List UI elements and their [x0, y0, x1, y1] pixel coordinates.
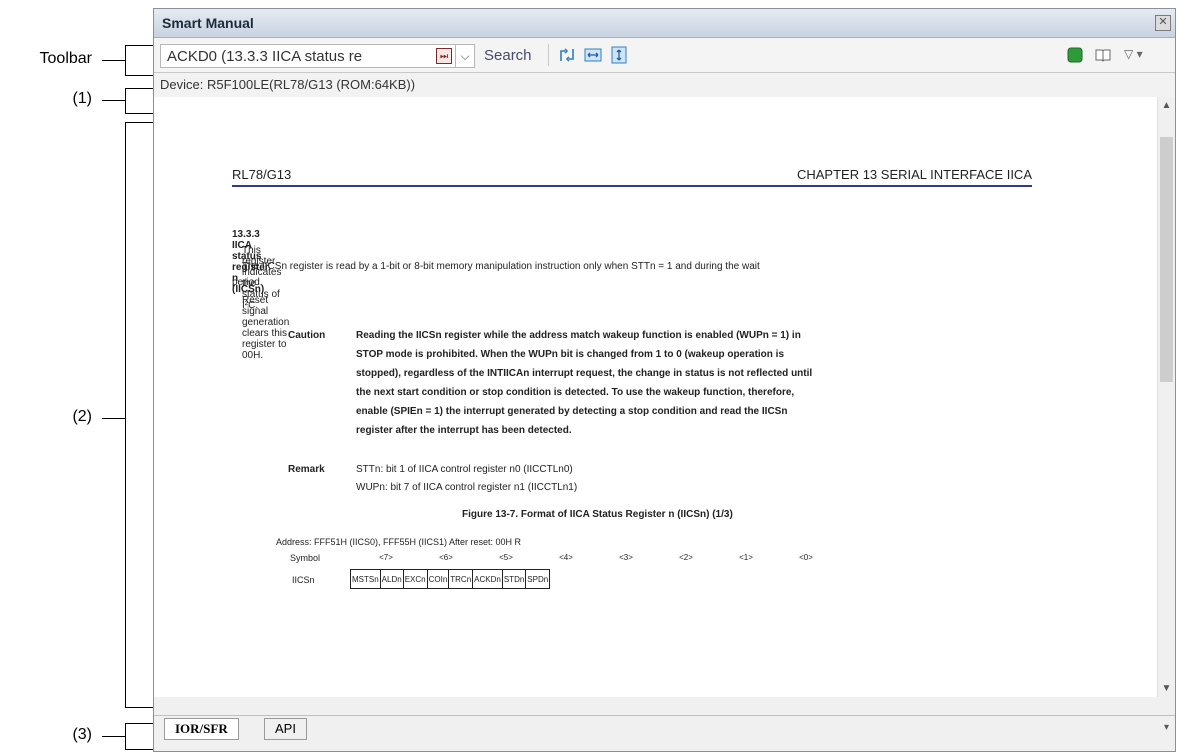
- register-bit-table: MSTSn ALDn EXCn COIn TRCn ACKDn STDn SPD…: [350, 569, 551, 589]
- fit-width-icon[interactable]: [584, 46, 602, 64]
- tab-api[interactable]: API: [264, 718, 307, 740]
- toolbar-options-dropdown[interactable]: ▽ ▾: [1124, 47, 1143, 61]
- scroll-up-icon[interactable]: ▲: [1158, 97, 1175, 114]
- caution-line: the next start condition or stop conditi…: [356, 387, 795, 398]
- callout-3-line: [102, 736, 125, 737]
- callout-2-bracket: [125, 122, 126, 707]
- bit-cell: COIn: [426, 569, 450, 589]
- search-button[interactable]: Search: [484, 47, 532, 64]
- forward-icon[interactable]: ⏭: [436, 48, 452, 64]
- callout-1: (1): [72, 90, 92, 107]
- manual-document-view[interactable]: RL78/G13 CHAPTER 13 SERIAL INTERFACE IIC…: [154, 97, 1175, 697]
- sync-icon[interactable]: [558, 46, 576, 64]
- bit-position: <6>: [439, 553, 453, 562]
- callout-3: (3): [72, 726, 92, 743]
- callout-1-bottom: [125, 113, 155, 114]
- bit-cell: ALDn: [379, 569, 404, 589]
- symbol-label: Symbol: [290, 553, 321, 563]
- vertical-scrollbar[interactable]: ▲ ▼: [1157, 97, 1175, 697]
- paragraph-2b: period.: [232, 277, 263, 288]
- callout-toolbar-bracket: [125, 45, 126, 75]
- remark-label: Remark: [288, 464, 325, 475]
- callout-toolbar-top: [125, 45, 155, 46]
- chevron-down-icon[interactable]: ⌵: [455, 45, 474, 67]
- caution-line: register after the interrupt has been de…: [356, 425, 572, 436]
- tab-menu-icon[interactable]: ▾: [1164, 722, 1169, 733]
- topic-dropdown[interactable]: ACKD0 (13.3.3 IICA status re ⏭ ⌵: [160, 44, 475, 68]
- bit-position: <4>: [559, 553, 573, 562]
- address-line: Address: FFF51H (IICS0), FFF55H (IICS1) …: [276, 537, 522, 547]
- bit-position: <0>: [799, 553, 813, 562]
- window-title: Smart Manual: [162, 15, 254, 31]
- caution-line: enable (SPIEn = 1) the interrupt generat…: [356, 406, 788, 417]
- stop-icon[interactable]: [1066, 46, 1084, 64]
- fit-page-icon[interactable]: [610, 46, 628, 64]
- paragraph-3: Reset signal generation clears this regi…: [242, 295, 290, 361]
- tab-ior-sfr[interactable]: IOR/SFR: [164, 718, 239, 740]
- tab-bar: IOR/SFR API ▾: [154, 715, 1175, 744]
- bit-cell: EXCn: [402, 569, 428, 589]
- callout-2-top: [125, 122, 155, 123]
- bit-position: <2>: [679, 553, 693, 562]
- bit-cell: MSTSn: [350, 569, 381, 589]
- paragraph-2a: The IICSn register is read by a 1-bit or…: [242, 261, 760, 272]
- page-header-right: CHAPTER 13 SERIAL INTERFACE IICA: [796, 167, 1032, 182]
- callout-toolbar-line: [102, 60, 125, 61]
- caution-line: STOP mode is prohibited. When the WUPn b…: [356, 349, 785, 360]
- title-bar: Smart Manual ✕: [154, 9, 1175, 38]
- caution-line: stopped), regardless of the INTIICAn int…: [356, 368, 813, 379]
- page-header: RL78/G13 CHAPTER 13 SERIAL INTERFACE IIC…: [232, 167, 1032, 187]
- caution-label: Caution: [288, 330, 326, 341]
- book-icon[interactable]: [1094, 46, 1112, 64]
- toolbar: ACKD0 (13.3.3 IICA status re ⏭ ⌵ Search …: [154, 38, 1175, 73]
- table-row: MSTSn ALDn EXCn COIn TRCn ACKDn STDn SPD…: [350, 569, 551, 589]
- callout-3-bracket: [125, 723, 126, 749]
- callout-toolbar: Toolbar: [39, 50, 92, 67]
- close-icon[interactable]: ✕: [1155, 15, 1171, 31]
- bit-position: <1>: [739, 553, 753, 562]
- topic-dropdown-value: ACKD0 (13.3.3 IICA status re: [167, 47, 363, 65]
- scroll-down-icon[interactable]: ▼: [1158, 680, 1175, 697]
- callout-2: (2): [72, 408, 92, 425]
- toolbar-separator: [548, 44, 549, 66]
- callout-3-bottom: [125, 749, 155, 750]
- bit-position: <5>: [499, 553, 513, 562]
- bit-position: <7>: [379, 553, 393, 562]
- callout-3-top: [125, 723, 155, 724]
- page-header-left: RL78/G13: [232, 167, 292, 182]
- callout-1-bracket: [125, 88, 126, 113]
- device-bar: Device: R5F100LE(RL78/G13 (ROM:64KB)): [154, 73, 1175, 98]
- register-name: IICSn: [292, 575, 315, 585]
- bit-position-row: <7> <6> <5> <4> <3> <2> <1> <0>: [356, 553, 836, 562]
- bit-position: <3>: [619, 553, 633, 562]
- device-label: Device: R5F100LE(RL78/G13 (ROM:64KB)): [160, 77, 416, 92]
- caution-line: Reading the IICSn register while the add…: [356, 330, 801, 341]
- callout-2-bottom: [125, 707, 155, 708]
- bit-cell: SPDn: [525, 569, 551, 589]
- figure-title: Figure 13-7. Format of IICA Status Regis…: [462, 509, 733, 520]
- callout-toolbar-bottom: [125, 75, 155, 76]
- scrollbar-thumb[interactable]: [1160, 137, 1173, 382]
- bit-cell: ACKDn: [472, 569, 503, 589]
- callout-1-line: [102, 100, 125, 101]
- bit-cell: TRCn: [448, 569, 474, 589]
- smart-manual-window: Smart Manual ✕ ACKD0 (13.3.3 IICA status…: [153, 8, 1176, 752]
- callout-2-line: [102, 418, 125, 419]
- remark-line: WUPn: bit 7 of IICA control register n1 …: [356, 482, 578, 493]
- remark-line: STTn: bit 1 of IICA control register n0 …: [356, 464, 573, 475]
- callout-1-top: [125, 88, 155, 89]
- bit-cell: STDn: [501, 569, 527, 589]
